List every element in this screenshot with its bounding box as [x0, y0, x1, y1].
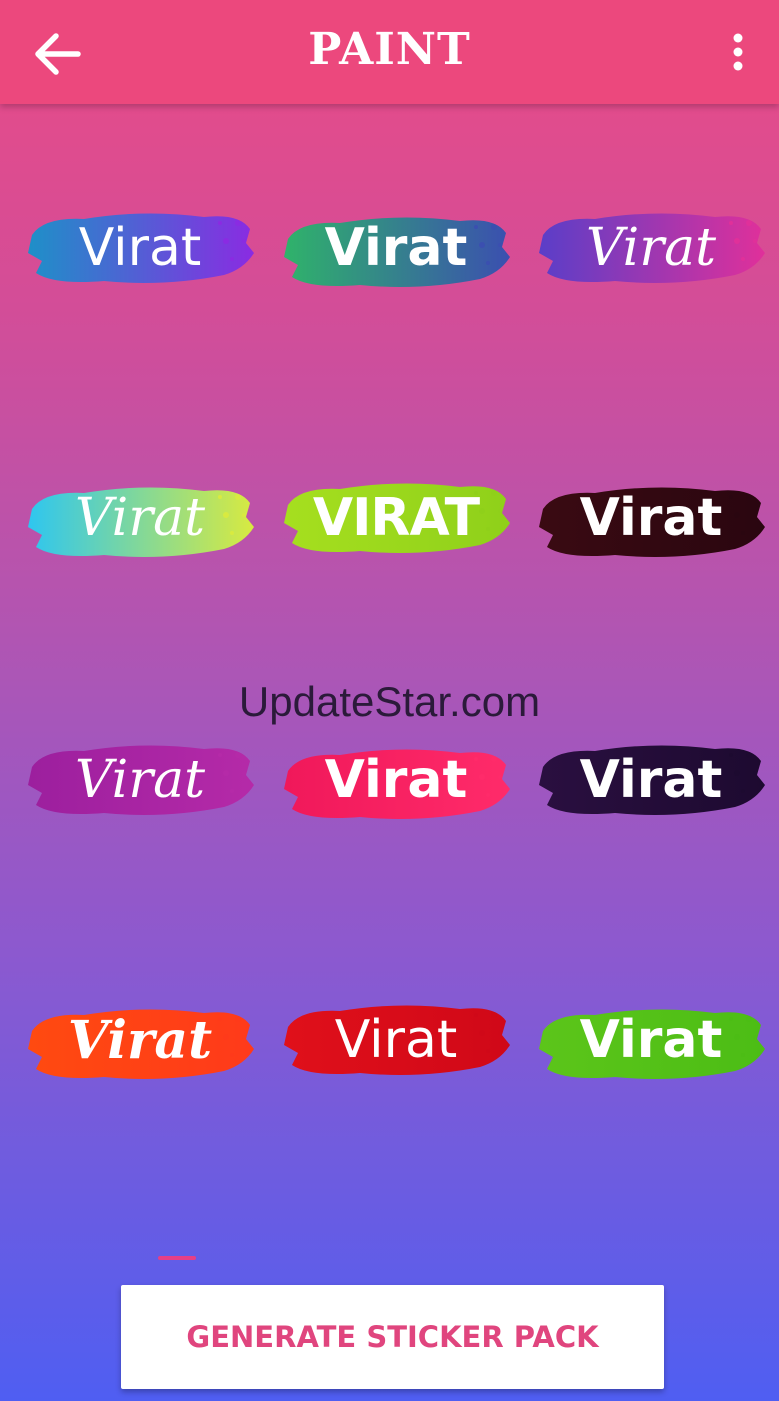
watermark: UpdateStar.com — [238, 678, 541, 725]
sticker-label: Virat — [324, 750, 468, 810]
sticker-label: Virat — [585, 218, 717, 278]
sticker-2[interactable]: Virat — [280, 193, 512, 303]
sticker-label: Virat — [324, 218, 468, 278]
sticker-label: Virat — [579, 750, 723, 810]
sticker-10[interactable]: Virat — [24, 985, 256, 1095]
sticker-label: Virat — [67, 1009, 213, 1071]
sticker-11[interactable]: Virat — [280, 985, 512, 1095]
sticker-label: Virat — [334, 1010, 458, 1070]
sticker-label: Virat — [579, 1010, 723, 1070]
sticker-label: Virat — [78, 218, 202, 278]
sticker-4[interactable]: Virat — [24, 463, 256, 573]
page-title: PAINT — [308, 24, 471, 75]
sticker-1[interactable]: Virat — [24, 193, 256, 303]
sticker-7[interactable]: Virat — [24, 725, 256, 835]
sticker-label: Virat — [579, 488, 723, 548]
sticker-12[interactable]: Virat — [535, 985, 767, 1095]
app-bar: PAINT — [0, 0, 779, 104]
sticker-5[interactable]: Virat — [280, 463, 512, 573]
sticker-6[interactable]: Virat — [535, 463, 767, 573]
sticker-9[interactable]: Virat — [535, 725, 767, 835]
sticker-label: Virat — [74, 750, 206, 810]
sticker-8[interactable]: Virat — [280, 725, 512, 835]
more-options-button[interactable] — [724, 30, 752, 78]
sticker-label: Virat — [312, 488, 480, 548]
sticker-3[interactable]: Virat — [535, 193, 767, 303]
more-vert-icon — [733, 33, 743, 71]
sticker-label: Virat — [74, 488, 206, 548]
generate-sticker-pack-button[interactable]: GENERATE STICKER PACK — [121, 1285, 664, 1389]
decorative-streak — [158, 1256, 196, 1260]
